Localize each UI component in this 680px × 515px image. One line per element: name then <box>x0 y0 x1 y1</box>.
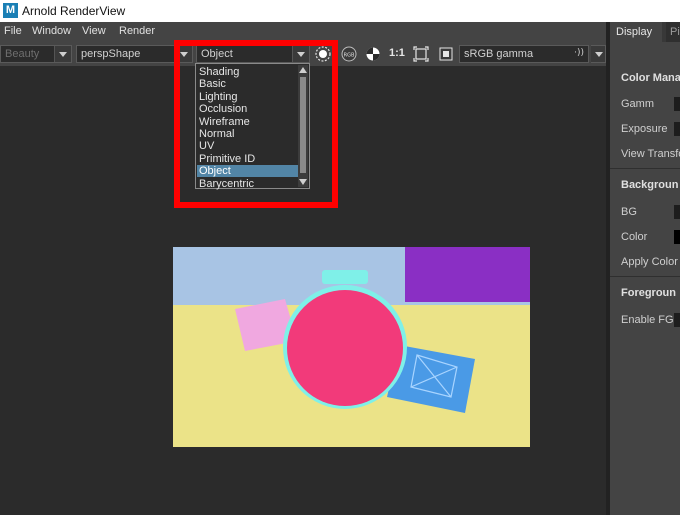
camera-select-value: perspShape <box>81 48 141 60</box>
shading-mode-select-value: Object <box>201 48 233 60</box>
rgb-channel-icon[interactable]: RGB <box>341 46 357 62</box>
dropdown-item-shading[interactable]: Shading <box>197 66 299 78</box>
maya-logo-icon: M <box>3 3 18 18</box>
bg-field[interactable] <box>674 205 680 219</box>
chevron-down-icon <box>175 46 192 62</box>
colorspace-select-value: sRGB gamma <box>464 48 534 60</box>
section-foreground[interactable]: Foregroun <box>621 287 676 299</box>
label-exposure: Exposure <box>621 123 668 135</box>
menu-render[interactable]: Render <box>119 25 155 37</box>
shading-mode-dropdown: Shading Basic Lighting Occlusion Wirefra… <box>195 63 310 190</box>
exposure-field[interactable] <box>674 122 680 136</box>
scroll-down-icon[interactable] <box>299 179 307 185</box>
dropdown-item-normal[interactable]: Normal <box>197 128 299 140</box>
gamma-field[interactable] <box>674 97 680 111</box>
dropdown-item-object[interactable]: Object <box>197 165 299 178</box>
divider <box>610 276 680 277</box>
label-color: Color <box>621 231 648 243</box>
shading-mode-select[interactable]: Object <box>196 45 310 63</box>
toolbar-overflow-button[interactable] <box>591 45 606 63</box>
chevron-down-icon <box>591 46 605 62</box>
label-gamma: Gamm <box>621 98 654 110</box>
region-crop-icon[interactable] <box>438 46 454 62</box>
ratio-button[interactable]: 1:1 <box>389 47 405 59</box>
title-bar: M Arnold RenderView <box>0 0 680 22</box>
dropdown-item-barycentric[interactable]: Barycentric <box>197 178 299 190</box>
scroll-up-icon[interactable] <box>299 67 307 73</box>
dropdown-scroll-thumb[interactable] <box>300 77 306 173</box>
frame-fit-icon[interactable] <box>413 46 429 62</box>
dropdown-item-occlusion[interactable]: Occlusion <box>197 103 299 115</box>
section-background[interactable]: Backgroun <box>621 179 678 191</box>
menu-bar: File Window View Render <box>0 22 606 42</box>
dropdown-item-primitive-id[interactable]: Primitive ID <box>197 153 299 165</box>
enable-fg-checkbox[interactable] <box>674 313 680 327</box>
checker-alpha-icon[interactable] <box>365 46 381 62</box>
label-view-transform: View Transfo <box>621 148 680 160</box>
svg-text:RGB: RGB <box>344 53 355 59</box>
aov-select[interactable]: Beauty <box>0 45 72 63</box>
render-purple-panel <box>405 247 530 302</box>
window-title: Arnold RenderView <box>22 4 126 18</box>
chevron-down-icon <box>54 46 71 62</box>
aov-select-value: Beauty <box>5 48 40 60</box>
label-apply-color: Apply Color <box>621 256 678 268</box>
dropdown-item-lighting[interactable]: Lighting <box>197 91 299 103</box>
speaker-icon: ·)) <box>574 48 584 58</box>
display-settings-body: Color Mana Gamm Exposure View Transfo Ba… <box>610 42 680 515</box>
menu-file[interactable]: File <box>4 25 22 37</box>
bg-color-swatch[interactable] <box>674 230 680 244</box>
render-sun-icon[interactable] <box>315 46 331 62</box>
camera-select[interactable]: perspShape <box>76 45 193 63</box>
chevron-down-icon <box>292 46 309 62</box>
tab-pixel[interactable]: Pix <box>666 22 680 42</box>
dropdown-item-wireframe[interactable]: Wireframe <box>197 116 299 128</box>
watch-face <box>287 290 403 406</box>
section-color-management[interactable]: Color Mana <box>621 72 680 84</box>
divider <box>610 168 680 169</box>
menu-window[interactable]: Window <box>32 25 71 37</box>
dropdown-item-uv[interactable]: UV <box>197 140 299 152</box>
label-bg: BG <box>621 206 637 218</box>
menu-view[interactable]: View <box>82 25 106 37</box>
dropdown-item-basic[interactable]: Basic <box>197 78 299 90</box>
render-image <box>173 247 530 447</box>
label-enable-fg: Enable FG <box>621 314 674 326</box>
side-panel: Display Pix Color Mana Gamm Exposure Vie… <box>606 22 680 515</box>
tab-display[interactable]: Display <box>610 22 662 42</box>
watch-crown <box>322 270 368 284</box>
colorspace-select[interactable]: sRGB gamma ·)) <box>459 45 589 63</box>
dropdown-scrollbar[interactable] <box>298 65 308 187</box>
